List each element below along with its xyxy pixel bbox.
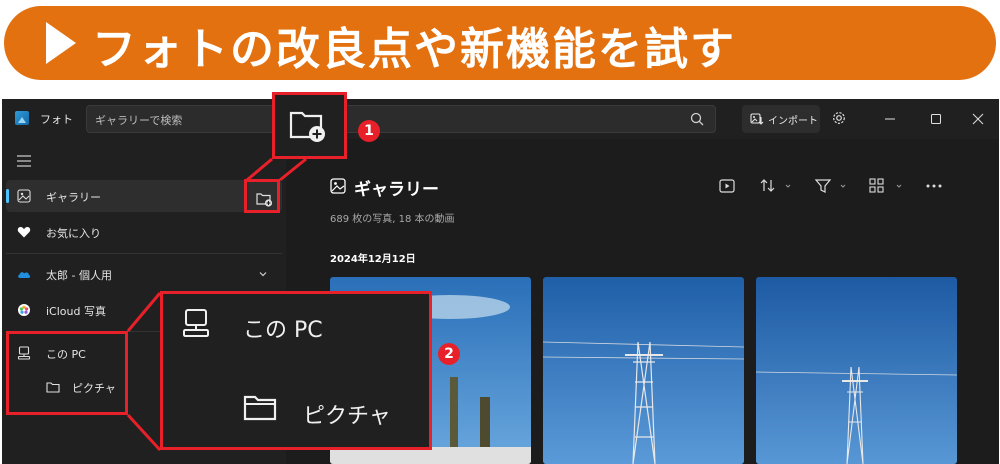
gallery-icon [17,189,31,203]
this-pc-label: この PC [243,318,323,343]
sidebar-item-favorites[interactable]: お気に入り [6,216,282,248]
more-options-icon[interactable] [925,177,943,195]
sidebar-item-label: 太郎 - 個人用 [46,269,112,282]
import-icon [750,113,764,125]
import-label: インポート [768,116,818,127]
gear-icon[interactable] [831,110,847,126]
search-box[interactable] [86,105,716,133]
date-group-label: 2024年12月12日 [330,254,416,265]
app-name: フォト [40,113,73,126]
highlight-this-pc-section [6,331,128,415]
slideshow-icon[interactable] [719,177,735,195]
maximize-icon[interactable] [924,107,948,131]
sidebar-item-label: ギャラリー [46,191,101,204]
close-icon[interactable] [966,107,990,131]
hamburger-menu-icon[interactable] [17,155,31,167]
selection-indicator [6,189,9,203]
sidebar-item-onedrive[interactable]: 太郎 - 個人用 [6,258,282,290]
icloud-photos-icon [18,304,30,316]
filter-icon[interactable] [815,177,849,195]
photos-logo-icon [15,111,29,125]
title-bar: フォト インポート [2,99,999,139]
sidebar-item-label: iCloud 写真 [46,305,106,318]
pictures-label: ピクチャ [303,404,391,429]
step-badge-2: 2 [438,343,460,365]
highlight-add-folder-button [244,179,280,213]
play-arrow-icon [46,22,76,64]
photos-app-window: フォト インポート [2,99,999,464]
add-folder-icon [289,111,325,142]
banner: フォトの改良点や新機能を試す [0,0,1000,88]
sidebar-item-gallery[interactable]: ギャラリー [6,180,282,212]
heart-icon [17,227,31,238]
onedrive-icon [18,272,31,278]
banner-title: フォトの改良点や新機能を試す [92,24,736,75]
folder-icon [243,395,277,421]
import-button[interactable]: インポート [742,105,820,133]
sort-icon[interactable] [760,177,794,195]
callout-add-folder-zoom [272,92,347,159]
chevron-down-icon[interactable] [258,269,268,279]
divider [6,253,282,254]
sidebar-item-label: お気に入り [46,227,101,240]
gallery-icon [330,178,346,194]
step-badge-1: 1 [358,120,380,142]
callout-this-pc-zoom: この PC ピクチャ [160,291,432,450]
photo-thumbnail[interactable] [543,277,744,464]
view-options-icon[interactable] [869,177,905,195]
item-count: 689 枚の写真, 18 本の動画 [330,214,455,225]
computer-icon [183,309,209,337]
page-title: ギャラリー [354,180,439,200]
search-icon[interactable] [689,111,705,127]
minimize-icon[interactable] [878,107,902,131]
photo-thumbnail[interactable] [756,277,957,464]
